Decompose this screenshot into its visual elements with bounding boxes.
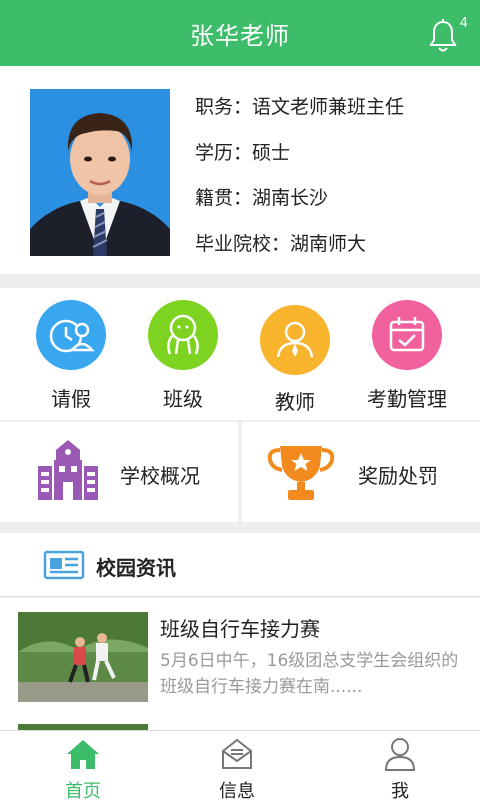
teacher-label: 教师 — [275, 390, 315, 414]
news-item-description: 5月6日中午，16级团总支学生会组织的班级自行车接力赛在南...... — [160, 651, 459, 697]
message-icon — [222, 738, 252, 769]
class-icon — [148, 300, 218, 370]
tab-messages-label: 信息 — [219, 781, 255, 800]
attendance-button[interactable]: 考勤管理 — [347, 288, 467, 420]
attendance-label: 考勤管理 — [367, 387, 447, 411]
news-section-header: 校园资讯 — [0, 533, 480, 597]
school-building-icon — [38, 440, 98, 500]
tab-home[interactable]: 首页 — [3, 731, 163, 800]
leave-icon — [36, 300, 106, 370]
tab-messages[interactable]: 信息 — [157, 731, 317, 800]
newspaper-icon — [43, 550, 85, 580]
teacher-button[interactable]: 教师 — [235, 288, 355, 420]
news-thumbnail — [18, 612, 148, 702]
school-text: 毕业院校：湖南师大 — [195, 232, 367, 255]
rewards-penalties-button[interactable]: 奖励处罚 — [242, 422, 480, 522]
avatar — [30, 89, 170, 256]
trophy-icon — [267, 446, 335, 500]
class-label: 班级 — [163, 387, 203, 411]
news-item[interactable]: 班级自行车接力赛 5月6日中午，16级团总支学生会组织的班级自行车接力赛在南..… — [0, 598, 480, 724]
page-title: 张华老师 — [190, 22, 290, 50]
feature-grid: 请假 班级 教师 考勤管理 — [0, 288, 480, 420]
profile-card: 职务：语文老师兼班主任 学历：硕士 籍贯：湖南长沙 毕业院校：湖南师大 — [0, 66, 480, 274]
news-item-title: 班级自行车接力赛 — [160, 617, 320, 641]
education-text: 学历：硕士 — [195, 141, 291, 164]
tab-home-label: 首页 — [65, 781, 101, 800]
calendar-check-icon — [372, 300, 442, 370]
rewards-penalties-label: 奖励处罚 — [358, 464, 438, 488]
notification-count-badge: 4 — [459, 16, 468, 31]
tab-me[interactable]: 我 — [320, 731, 480, 800]
home-icon — [67, 740, 99, 769]
bell-icon[interactable] — [428, 18, 458, 54]
user-icon — [384, 738, 416, 771]
overview-tiles: 学校概况 奖励处罚 — [0, 422, 480, 522]
school-overview-label: 学校概况 — [120, 464, 200, 488]
leave-button[interactable]: 请假 — [11, 288, 131, 420]
tab-me-label: 我 — [391, 781, 409, 800]
app-root: 张华老师 4 职务：语文老师兼班主任 学历：硕士 籍贯：湖南长沙 毕业院校：湖南… — [0, 0, 480, 800]
top-bar: 张华老师 4 — [0, 0, 480, 66]
position-text: 职务：语文老师兼班主任 — [195, 96, 405, 118]
leave-label: 请假 — [51, 387, 91, 411]
profile-info: 职务：语文老师兼班主任 学历：硕士 籍贯：湖南长沙 毕业院校：湖南师大 — [195, 92, 404, 274]
class-button[interactable]: 班级 — [123, 288, 243, 420]
news-section-title: 校园资讯 — [96, 556, 176, 580]
teacher-icon — [260, 305, 330, 375]
hometown-text: 籍贯：湖南长沙 — [195, 187, 329, 209]
school-overview-button[interactable]: 学校概况 — [0, 422, 238, 522]
bottom-tab-bar: 首页 信息 我 — [0, 730, 480, 800]
